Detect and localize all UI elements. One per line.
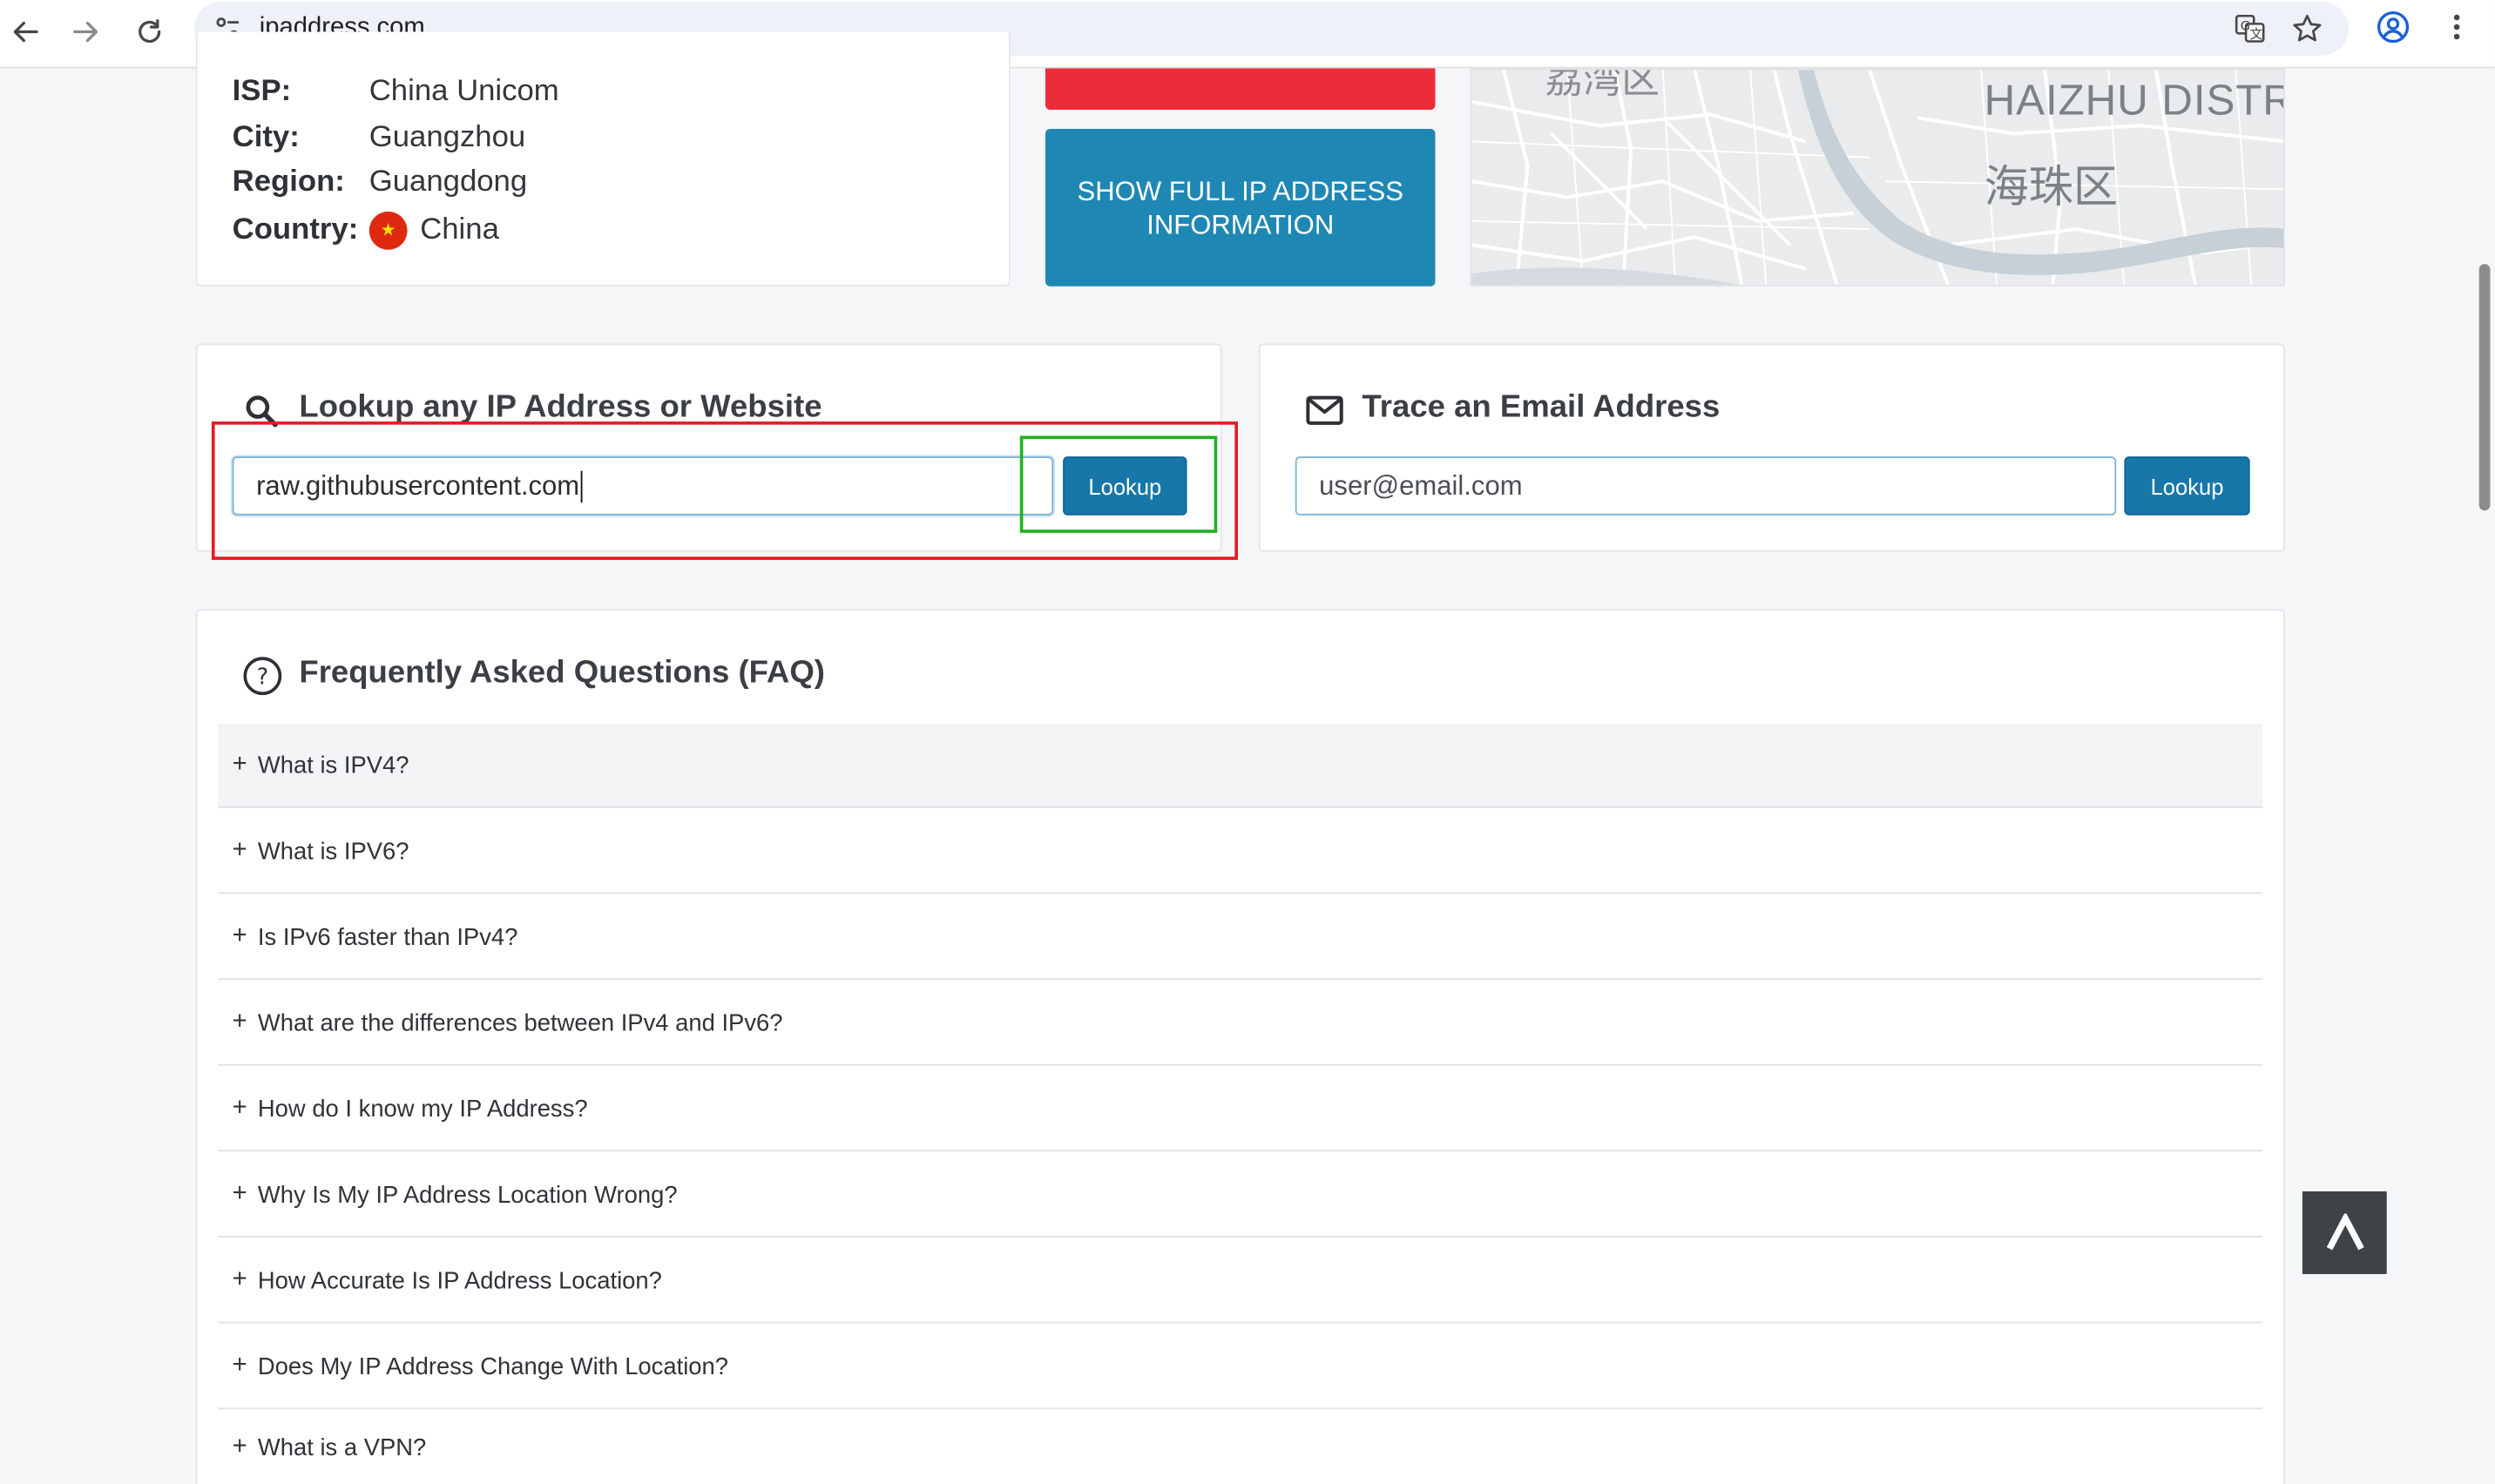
region-label: Region: [232,165,345,199]
faq-question: Why Is My IP Address Location Wrong? [257,1181,678,1209]
faq-question: Does My IP Address Change With Location? [257,1352,729,1380]
plus-icon: + [232,1008,247,1035]
page-root: ipaddress.com G文 ISP: China Unicom City:… [0,0,2495,1484]
lookup-title: Lookup any IP Address or Website [299,389,822,425]
china-flag-icon: ★ [369,211,408,250]
city-row: City: Guangzhou [233,121,526,156]
reload-button[interactable] [127,10,172,54]
translate-icon[interactable]: G文 [2234,13,2266,45]
faq-question: What is IPV4? [257,751,409,779]
country-value: China [420,212,499,247]
city-value: Guangzhou [369,120,526,155]
faq-question: What are the differences between IPv4 an… [257,1008,783,1036]
chevron-up-icon [2325,1213,2363,1251]
region-value: Guangdong [369,165,528,199]
faq-item[interactable]: + What is a VPN? [218,1411,2262,1484]
email-input-value: user@email.com [1319,469,1523,501]
map-label-haizhu-cn: 海珠区 [1984,160,2119,213]
faq-item[interactable]: + Does My IP Address Change With Location… [218,1325,2263,1410]
arrow-right-icon [73,21,98,43]
show-full-ip-info-button[interactable]: SHOW FULL IP ADDRESS INFORMATION [1045,128,1436,287]
region-row: Region: Guangdong [233,165,528,200]
lookup-input[interactable]: raw.githubusercontent.com [232,456,1054,516]
plus-icon: + [232,751,247,779]
isp-value: China Unicom [369,74,559,109]
email-trace-card: Trace an Email Address [1258,343,2285,552]
isp-row: ISP: China Unicom [233,75,559,110]
profile-icon[interactable] [2376,10,2410,52]
svg-text:文: 文 [2250,27,2263,42]
kebab-menu-icon[interactable] [2441,10,2473,52]
search-icon [242,391,281,437]
faq-question: What is a VPN? [257,1433,427,1461]
faq-question: How Accurate Is IP Address Location? [257,1266,662,1294]
faq-item[interactable]: + What is IPV6? [218,810,2263,894]
map-label-haizhu-en: HAIZHU DISTR [1984,76,2285,125]
arrow-left-icon [13,21,38,43]
lookup-input-value: raw.githubusercontent.com [256,469,580,501]
plus-icon: + [232,1094,247,1122]
isp-label: ISP: [232,74,292,109]
back-button[interactable] [3,10,48,54]
email-input[interactable]: user@email.com [1295,456,2117,516]
reload-icon [139,19,161,44]
city-label: City: [232,120,300,155]
plus-icon: + [232,1352,247,1379]
page-scrollbar-thumb[interactable] [2478,264,2491,511]
faq-question: Is IPv6 faster than IPv4? [257,923,518,951]
faq-item[interactable]: + How do I know my IP Address? [218,1068,2263,1152]
country-label: Country: [232,212,359,247]
email-lookup-button[interactable]: Lookup [2124,456,2250,516]
red-action-button[interactable] [1045,68,1436,111]
faq-item[interactable]: + How Accurate Is IP Address Location? [218,1239,2263,1324]
plus-icon: + [232,836,247,864]
ip-info-card: ISP: China Unicom City: Guangzhou Region… [195,31,1011,287]
forward-button[interactable] [64,10,108,54]
country-row: Country: ★ China [232,211,499,250]
faq-question: What is IPV6? [257,837,409,865]
faq-title: Frequently Asked Questions (FAQ) [299,655,825,691]
plus-icon: + [232,1265,247,1293]
text-caret [580,469,583,503]
back-to-top-button[interactable] [2302,1191,2387,1274]
lookup-card: Lookup any IP Address or Website [195,343,1222,552]
plus-icon: + [232,922,247,950]
svg-text:G: G [2241,19,2250,34]
faq-item[interactable]: + Why Is My IP Address Location Wrong? [218,1153,2263,1238]
map-label-liwan: 荔湾区 [1545,68,1660,102]
plus-icon: + [232,1180,247,1208]
svg-text:?: ? [257,664,269,690]
plus-icon: + [232,1433,247,1460]
question-circle-icon: ? [242,655,283,705]
email-trace-title: Trace an Email Address [1362,389,1721,425]
faq-item[interactable]: + Is IPv6 faster than IPv4? [218,895,2263,981]
location-map[interactable]: 荔湾区 HAIZHU DISTR 海珠区 [1470,68,2285,287]
envelope-icon [1305,393,1346,435]
faq-item[interactable]: + What are the differences between IPv4 a… [218,981,2263,1066]
faq-question: How do I know my IP Address? [257,1095,588,1123]
faq-item[interactable]: + What is IPV4? [218,724,2263,808]
lookup-button[interactable]: Lookup [1063,456,1187,516]
bookmark-star-icon[interactable] [2291,13,2323,45]
